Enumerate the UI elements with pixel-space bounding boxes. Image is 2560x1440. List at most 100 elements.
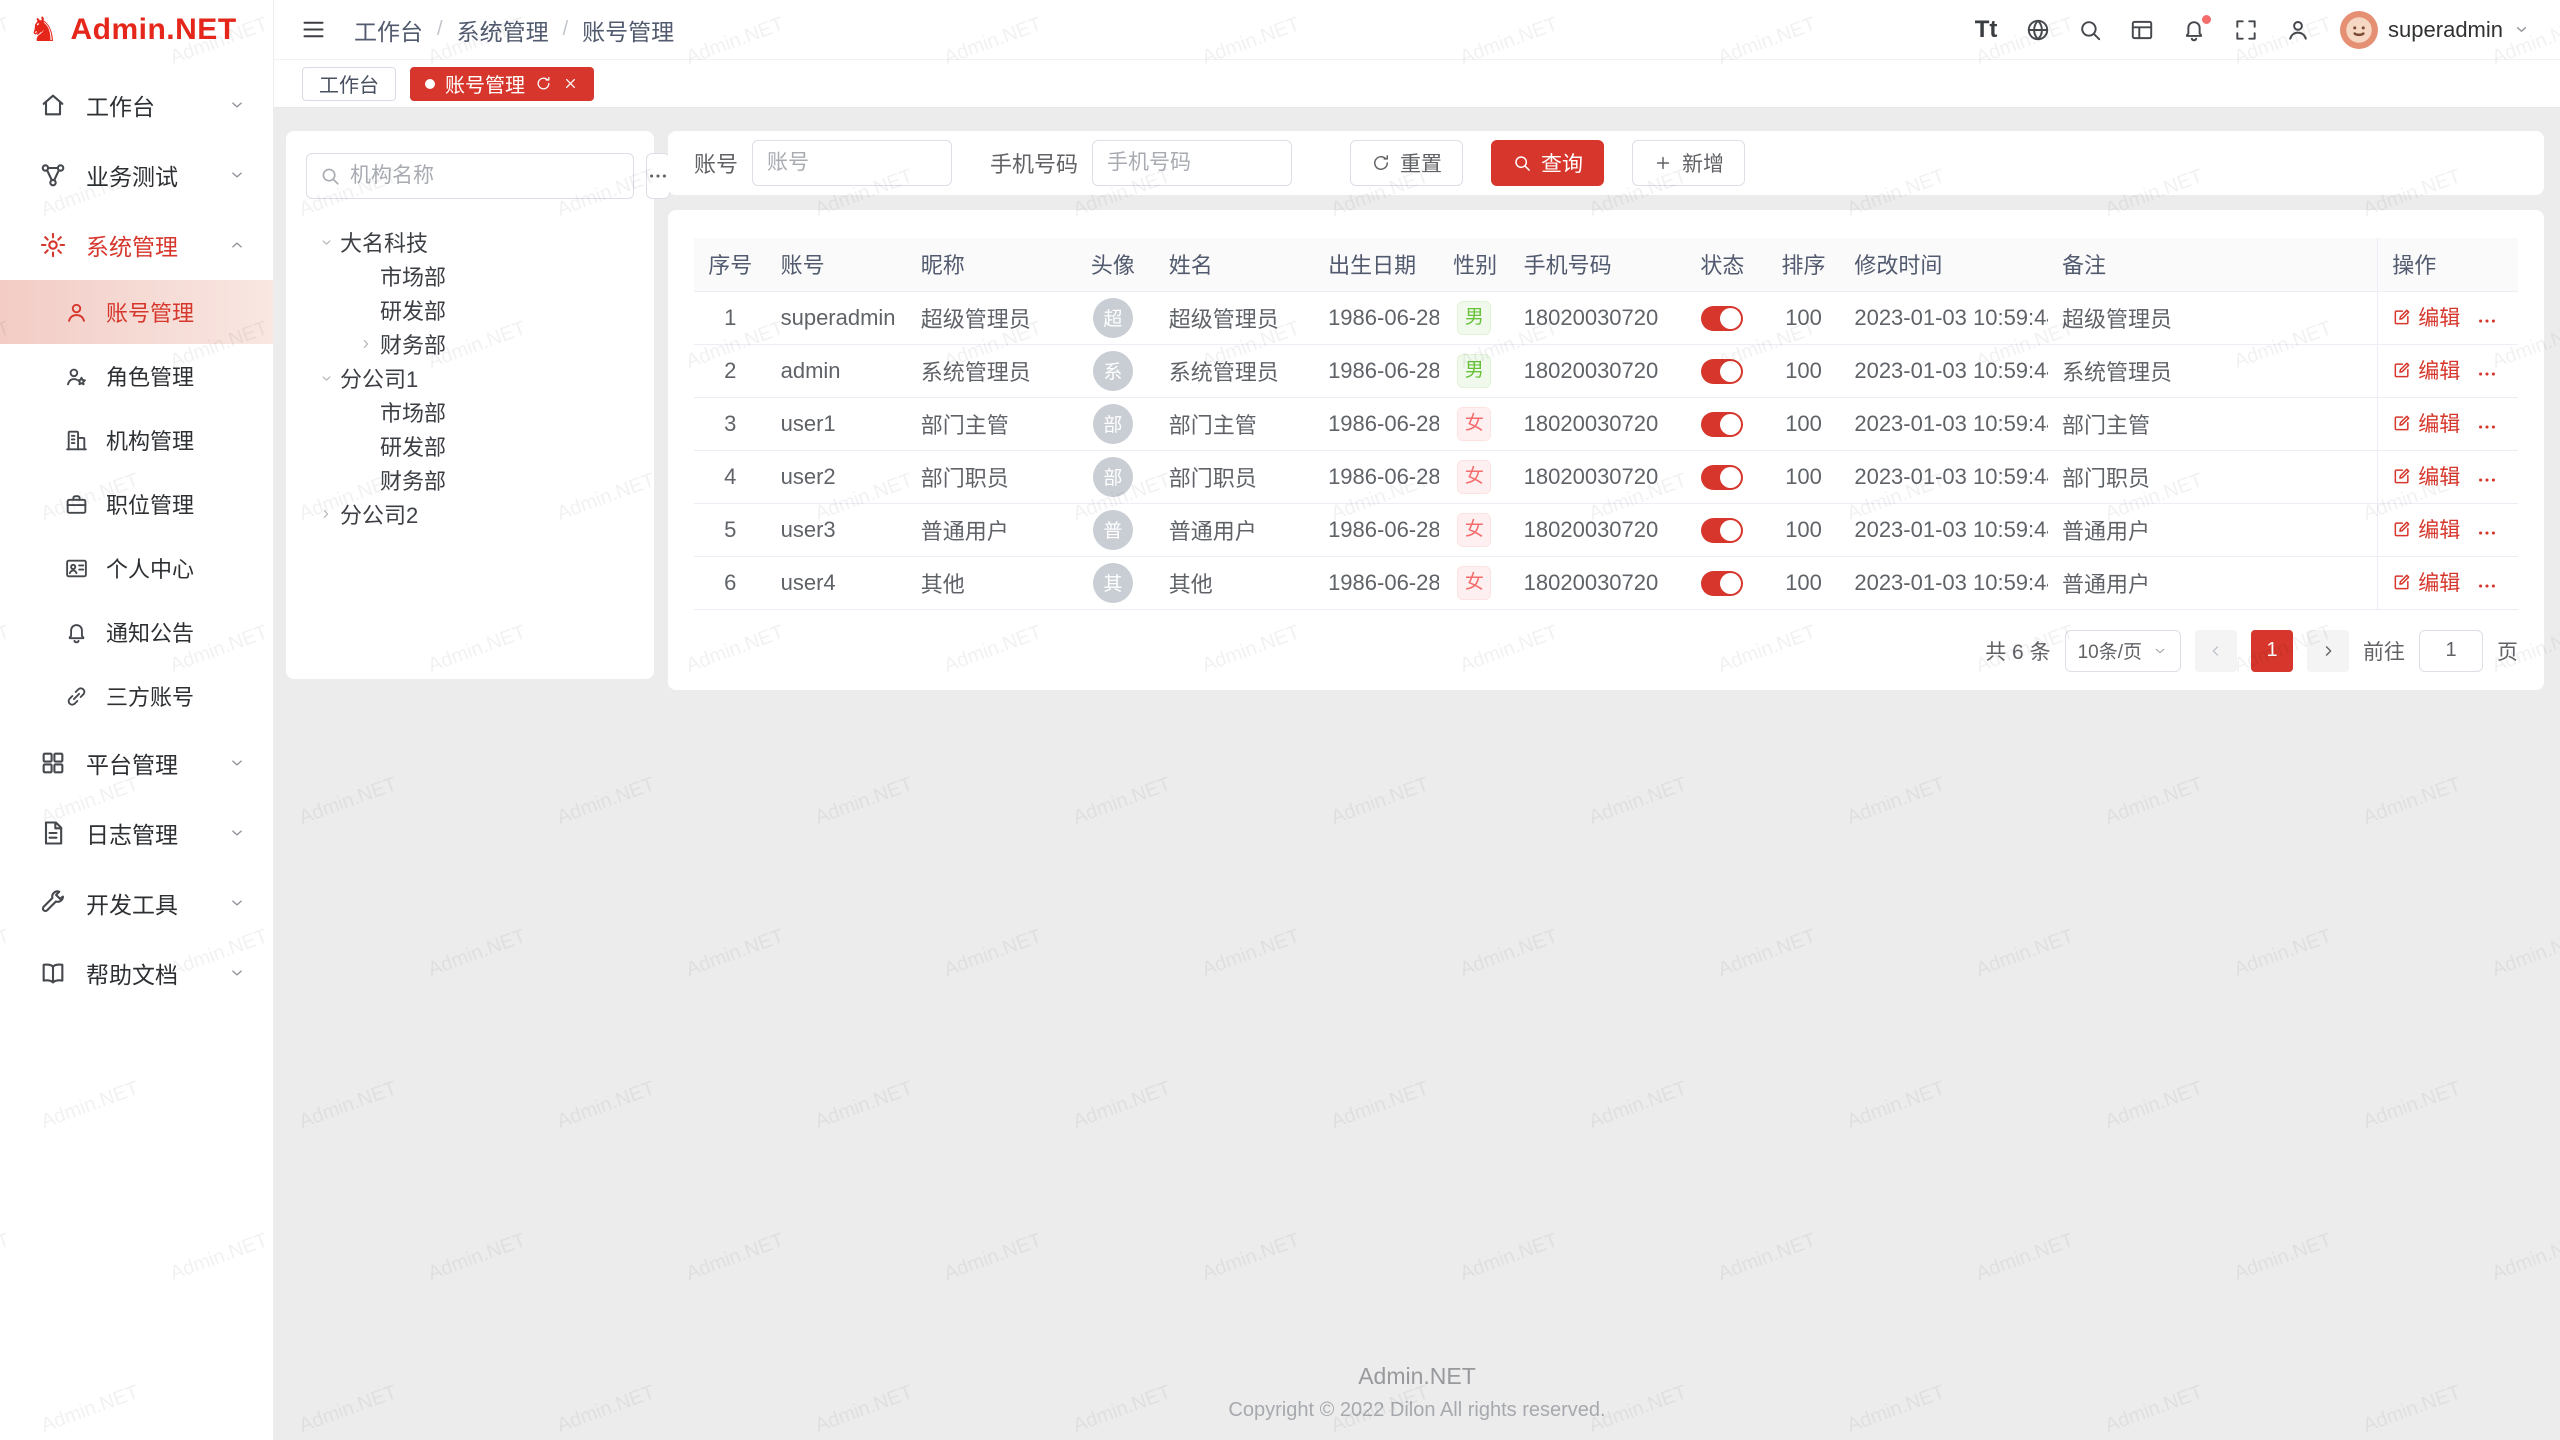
fullscreen-icon[interactable] <box>2230 14 2262 46</box>
tab-account-management[interactable]: 账号管理 <box>410 67 594 101</box>
pagination: 共 6 条 10条/页 1 前往 页 <box>694 630 2518 672</box>
cell-birthdate: 1986-06-28 <box>1314 291 1439 344</box>
row-more-button[interactable] <box>2476 363 2498 385</box>
tree-node-label: 研发部 <box>380 294 446 326</box>
sidebar-item-workbench[interactable]: 工作台 <box>0 70 273 140</box>
goto-page-input[interactable] <box>2419 630 2483 672</box>
sidebar-subitem-org-management[interactable]: 机构管理 <box>0 408 273 472</box>
cell-account: superadmin <box>767 291 907 344</box>
notification-icon[interactable] <box>2178 14 2210 46</box>
chevron-up-icon <box>227 235 247 255</box>
add-button[interactable]: 新增 <box>1632 140 1745 186</box>
close-icon[interactable] <box>562 75 579 92</box>
edit-button[interactable]: 编辑 <box>2392 461 2460 491</box>
log-icon <box>38 818 68 848</box>
sidebar-item-log-management[interactable]: 日志管理 <box>0 798 273 868</box>
cell-name: 普通用户 <box>1155 503 1314 556</box>
sidebar-subitem-personal-center[interactable]: 个人中心 <box>0 536 273 600</box>
sidebar-item-business-test[interactable]: 业务测试 <box>0 140 273 210</box>
status-toggle[interactable] <box>1701 412 1743 437</box>
row-more-button[interactable] <box>2476 416 2498 438</box>
row-more-button[interactable] <box>2476 469 2498 491</box>
tab-workbench[interactable]: 工作台 <box>302 67 396 101</box>
tree-node[interactable]: 分公司2 <box>306 497 634 531</box>
tree-node[interactable]: 大名科技 <box>306 225 634 259</box>
status-toggle[interactable] <box>1701 518 1743 543</box>
cell-nickname: 普通用户 <box>907 503 1071 556</box>
more-options-button[interactable] <box>646 153 670 199</box>
status-toggle[interactable] <box>1701 306 1743 331</box>
user-menu[interactable]: superadmin <box>2340 11 2530 49</box>
breadcrumb-item-workbench[interactable]: 工作台 <box>354 13 423 47</box>
edit-button[interactable]: 编辑 <box>2392 567 2460 597</box>
status-toggle[interactable] <box>1701 465 1743 490</box>
status-toggle[interactable] <box>1701 359 1743 384</box>
bell-icon <box>62 618 90 646</box>
breadcrumb-item-system-management[interactable]: 系统管理 <box>457 13 549 47</box>
refresh-icon[interactable] <box>535 75 552 92</box>
tree-node[interactable]: 市场部 <box>306 395 634 429</box>
cell-avatar: 部 <box>1071 397 1155 450</box>
font-size-icon[interactable]: Tt <box>1970 14 2002 46</box>
sidebar-item-label: 开发工具 <box>86 886 227 920</box>
theme-icon[interactable] <box>2126 14 2158 46</box>
avatar: 部 <box>1093 457 1133 497</box>
cell-modified-time: 2023-01-03 10:59:44 <box>1840 344 2048 397</box>
search-icon[interactable] <box>2074 14 2106 46</box>
edit-button[interactable]: 编辑 <box>2392 408 2460 438</box>
avatar: 部 <box>1093 404 1133 444</box>
tree-caret-icon[interactable] <box>312 235 340 250</box>
sidebar-item-label: 工作台 <box>86 88 227 122</box>
cell-birthdate: 1986-06-28 <box>1314 450 1439 503</box>
edit-button[interactable]: 编辑 <box>2392 302 2460 332</box>
tree-node[interactable]: 市场部 <box>306 259 634 293</box>
menu-collapse-icon[interactable] <box>298 15 328 45</box>
status-toggle[interactable] <box>1701 571 1743 596</box>
tree-node[interactable]: 财务部 <box>306 463 634 497</box>
sidebar-subitem-third-party-account[interactable]: 三方账号 <box>0 664 273 728</box>
tree-node[interactable]: 财务部 <box>306 327 634 361</box>
cell-index: 3 <box>694 397 767 450</box>
sidebar-subitem-notice[interactable]: 通知公告 <box>0 600 273 664</box>
main-area: 工作台 / 系统管理 / 账号管理 Tt superadmin 工作台 <box>274 0 2560 1440</box>
row-more-button[interactable] <box>2476 575 2498 597</box>
phone-input[interactable] <box>1092 140 1292 186</box>
user-icon[interactable] <box>2282 14 2314 46</box>
sidebar-item-help-docs[interactable]: 帮助文档 <box>0 938 273 1008</box>
reset-button[interactable]: 重置 <box>1350 140 1463 186</box>
sidebar-item-dev-tools[interactable]: 开发工具 <box>0 868 273 938</box>
prev-page-button[interactable] <box>2195 630 2237 672</box>
tree-caret-icon[interactable] <box>319 500 334 528</box>
reset-button-label: 重置 <box>1400 148 1442 178</box>
page-1-button[interactable]: 1 <box>2251 630 2293 672</box>
org-name-input[interactable] <box>350 164 621 188</box>
tree-node[interactable]: 研发部 <box>306 293 634 327</box>
row-more-button[interactable] <box>2476 522 2498 544</box>
breadcrumb: 工作台 / 系统管理 / 账号管理 <box>354 13 674 47</box>
sidebar-item-platform-management[interactable]: 平台管理 <box>0 728 273 798</box>
language-icon[interactable] <box>2022 14 2054 46</box>
app-logo[interactable]: ♞ Admin.NET <box>0 0 273 60</box>
chevron-down-icon <box>2513 21 2530 38</box>
toggle-knob <box>1720 308 1741 329</box>
edit-button[interactable]: 编辑 <box>2392 514 2460 544</box>
next-page-button[interactable] <box>2307 630 2349 672</box>
goto-label: 前往 <box>2363 636 2405 666</box>
sidebar-item-system-management[interactable]: 系统管理 <box>0 210 273 280</box>
cell-remark: 普通用户 <box>2048 556 2378 609</box>
tree-node-label: 市场部 <box>380 260 446 292</box>
sidebar-subitem-account-management[interactable]: 账号管理 <box>0 280 273 344</box>
sidebar-subitem-role-management[interactable]: 角色管理 <box>0 344 273 408</box>
sidebar-subitem-position-management[interactable]: 职位管理 <box>0 472 273 536</box>
cell-birthdate: 1986-06-28 <box>1314 556 1439 609</box>
search-button[interactable]: 查询 <box>1491 140 1604 186</box>
row-more-button[interactable] <box>2476 310 2498 332</box>
tree-node[interactable]: 分公司1 <box>306 361 634 395</box>
edit-button[interactable]: 编辑 <box>2392 355 2460 385</box>
tree-node[interactable]: 研发部 <box>306 429 634 463</box>
account-input[interactable] <box>752 140 952 186</box>
chevron-down-icon <box>227 893 247 913</box>
page-size-select[interactable]: 10条/页 <box>2065 630 2181 672</box>
tree-caret-icon[interactable] <box>312 371 340 386</box>
tree-caret-icon[interactable] <box>359 330 374 358</box>
